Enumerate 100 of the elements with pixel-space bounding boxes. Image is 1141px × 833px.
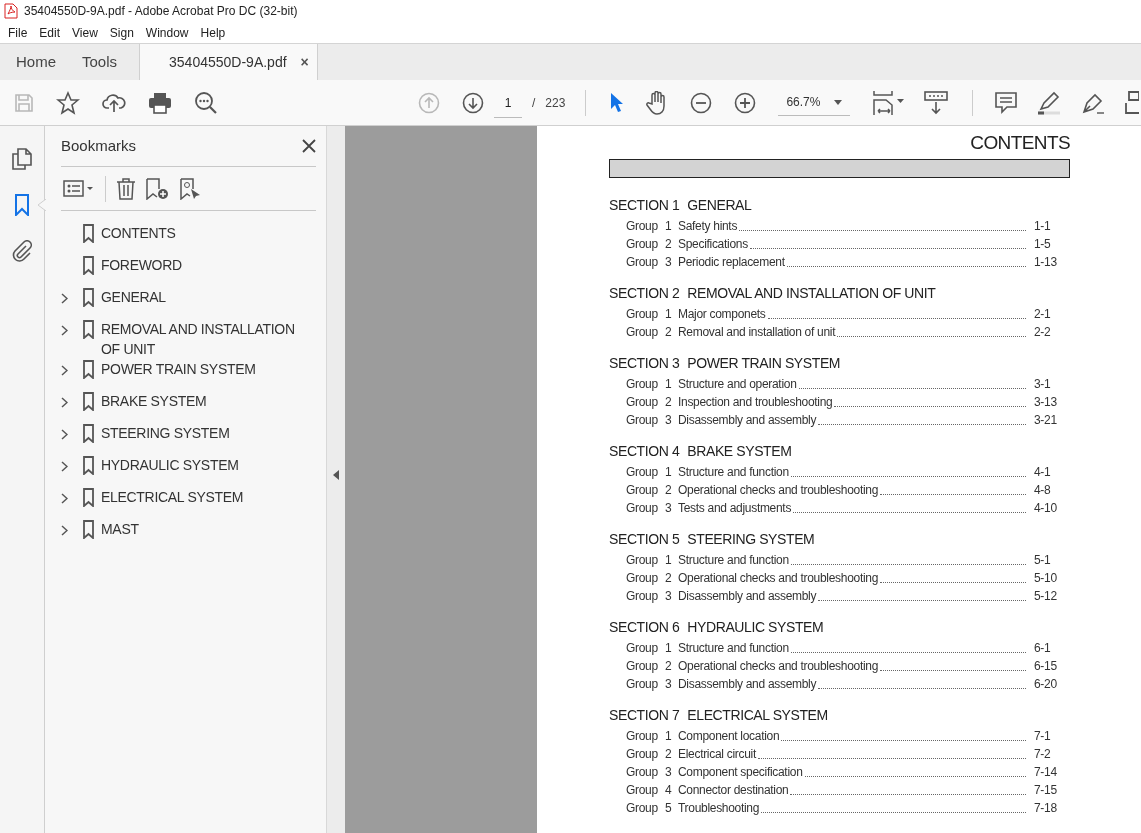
print-icon[interactable] [148, 91, 172, 114]
group-label: Group [626, 235, 659, 253]
group-title: Structure and function [678, 551, 789, 569]
section-label: SECTION 7 [609, 706, 680, 725]
page-reference: 7-14 [1034, 763, 1058, 781]
group-title: Troubleshooting [678, 799, 760, 817]
menu-item[interactable]: Window [139, 23, 195, 42]
menu-item[interactable]: Sign [103, 23, 140, 42]
group-label: Group [626, 463, 659, 481]
group-number: 3 [665, 253, 673, 271]
tab[interactable]: Tools [72, 44, 134, 80]
close-tab-button[interactable]: × [300, 51, 309, 73]
section-label: SECTION 1 [609, 196, 680, 215]
group-label: Group [626, 305, 659, 323]
collapse-panel-icon[interactable] [333, 469, 339, 480]
search-icon[interactable] [194, 90, 218, 115]
page-reference: 3-13 [1034, 393, 1058, 411]
tab[interactable]: Home [0, 44, 72, 80]
bookmark-item[interactable]: HYDRAULIC SYSTEM [101, 455, 313, 475]
expand-icon[interactable] [61, 292, 68, 304]
bookmark-item[interactable]: BRAKE SYSTEM [101, 391, 313, 411]
tab[interactable]: 35404550D-9A.pdf × [139, 44, 318, 80]
bookmark-item[interactable]: MAST [101, 519, 313, 539]
menu-item[interactable]: File [2, 23, 34, 42]
expand-icon[interactable] [61, 460, 68, 472]
group-number: 2 [665, 235, 673, 253]
expand-icon[interactable] [61, 428, 68, 440]
menu-item[interactable]: Help [194, 23, 232, 42]
group-number: 3 [665, 587, 673, 605]
menu-item[interactable]: Edit [33, 23, 67, 42]
group-label: Group [626, 253, 659, 271]
group-number: 2 [665, 657, 673, 675]
group-label: Group [626, 499, 659, 517]
bookmark-item[interactable]: FOREWORD [101, 255, 313, 275]
group-title: Structure and function [678, 639, 789, 657]
group-label: Group [626, 657, 659, 675]
expand-icon[interactable] [61, 524, 68, 536]
group-title: Tests and adjustments [678, 499, 792, 517]
bookmark-item[interactable]: ELECTRICAL SYSTEM [101, 487, 313, 507]
bookmark-icon [83, 256, 94, 275]
zoom-out-icon[interactable] [690, 91, 713, 114]
group-title: Specifications [678, 235, 748, 253]
group-number: 2 [665, 323, 673, 341]
page-separator: / [532, 94, 536, 112]
star-icon[interactable] [56, 90, 80, 115]
options-menu-icon[interactable] [63, 179, 95, 198]
group-title: Structure and operation [678, 375, 797, 393]
expand-icon[interactable] [61, 492, 68, 504]
menu-item[interactable]: View [66, 23, 104, 42]
cursor-icon[interactable] [610, 91, 625, 114]
bookmark-item[interactable]: CONTENTS [101, 223, 313, 243]
group-number: 1 [665, 217, 673, 235]
group-label: Group [626, 323, 659, 341]
page-reference: 1-1 [1034, 217, 1052, 235]
bookmark-item[interactable]: POWER TRAIN SYSTEM [101, 359, 313, 379]
page-reference: 7-18 [1034, 799, 1058, 817]
group-number: 2 [665, 745, 673, 763]
page-reference: 6-1 [1034, 639, 1052, 657]
scroll-mode-icon[interactable] [924, 90, 949, 115]
paperclip-icon[interactable] [12, 240, 32, 262]
bookmark-item[interactable]: REMOVAL AND INSTALLATION OF UNIT [101, 319, 313, 359]
delete-icon[interactable] [116, 177, 136, 200]
close-icon[interactable] [302, 139, 316, 153]
page-reference: 7-1 [1034, 727, 1052, 745]
section-label: SECTION 2 [609, 284, 680, 303]
comment-icon[interactable] [995, 91, 1018, 114]
bookmark-item[interactable]: STEERING SYSTEM [101, 423, 313, 443]
zoom-in-icon[interactable] [734, 91, 757, 114]
bookmark-icon [83, 424, 94, 443]
page-reference: 1-5 [1034, 235, 1052, 253]
add-bookmark-icon[interactable] [146, 177, 170, 200]
page-number-field[interactable]: 1 [494, 93, 522, 118]
group-label: Group [626, 781, 659, 799]
expand-icon[interactable] [61, 396, 68, 408]
group-label: Group [626, 763, 659, 781]
panel-title: Bookmarks [61, 135, 137, 156]
zoom-dropdown[interactable]: 66.7% [778, 89, 851, 116]
bookmark-icon[interactable] [15, 194, 29, 216]
group-number: 1 [665, 305, 673, 323]
section-label: SECTION 6 [609, 618, 680, 637]
expand-icon[interactable] [61, 364, 68, 376]
page-reference: 7-15 [1034, 781, 1058, 799]
expand-icon[interactable] [61, 324, 68, 336]
group-title: Periodic replacement [678, 253, 785, 271]
bookmark-icon [83, 288, 94, 307]
highlighter-icon[interactable] [1037, 90, 1062, 115]
group-title: Disassembly and assembly [678, 411, 817, 429]
pages-icon[interactable] [12, 148, 32, 170]
page-reference: 4-8 [1034, 481, 1052, 499]
page-reference: 6-20 [1034, 675, 1058, 693]
page-fit-icon[interactable] [872, 89, 907, 116]
bookmark-icon [83, 456, 94, 475]
group-number: 2 [665, 569, 673, 587]
bookmark-gear-icon[interactable] [180, 177, 202, 200]
caret-icon [834, 99, 843, 105]
bookmark-item[interactable]: GENERAL [101, 287, 313, 307]
cloud-upload-icon[interactable] [102, 91, 126, 114]
group-title: Component specification [678, 763, 803, 781]
group-number: 5 [665, 799, 673, 817]
group-label: Group [626, 481, 659, 499]
